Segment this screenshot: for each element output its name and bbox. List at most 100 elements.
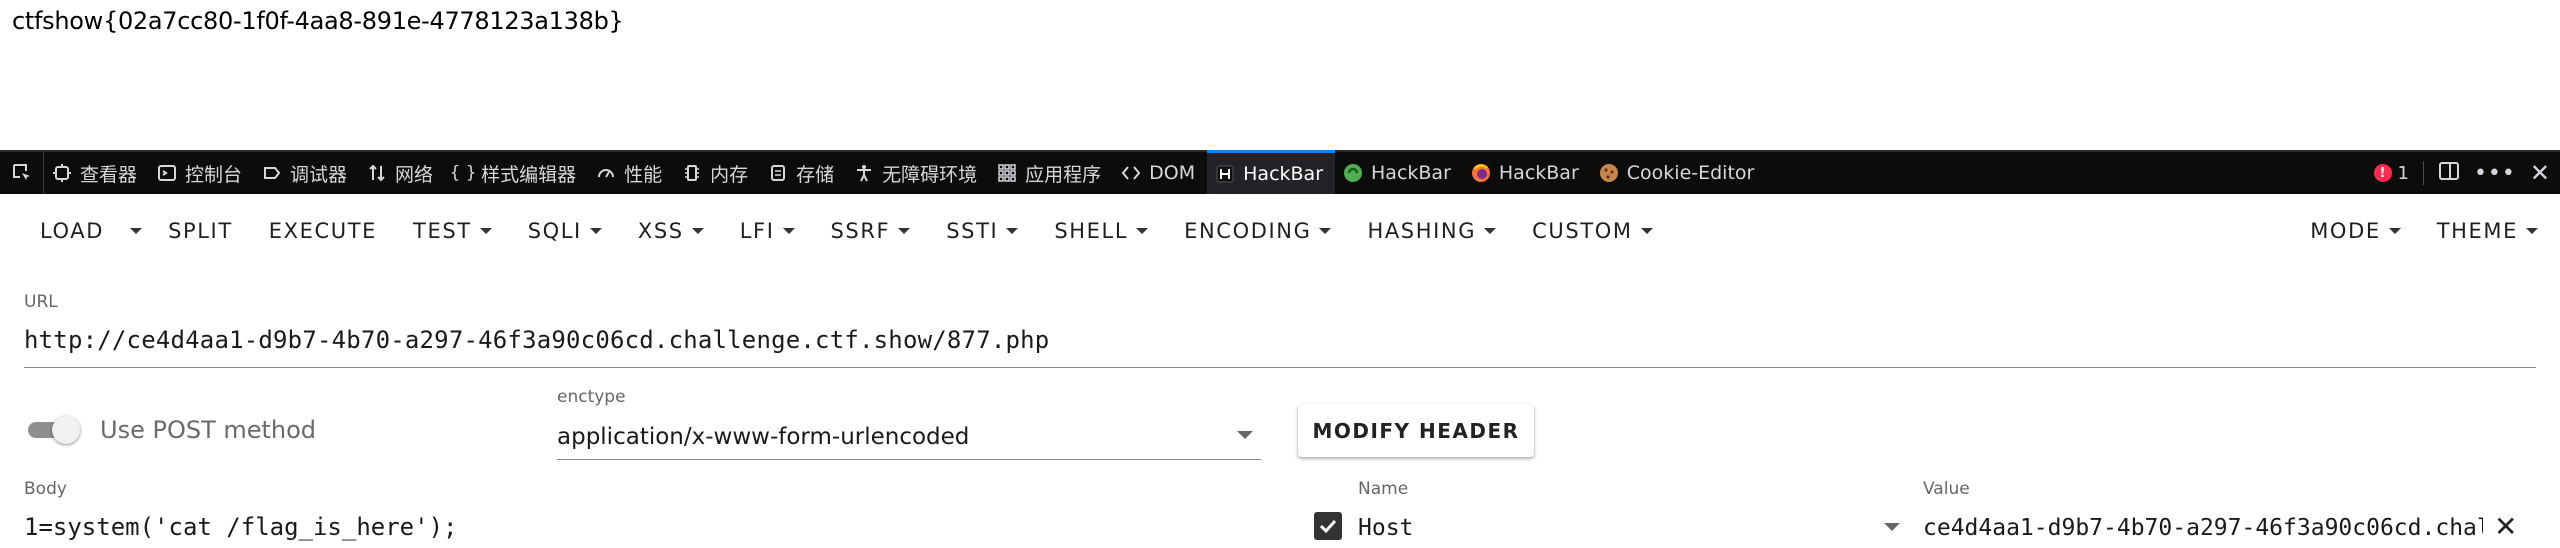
flag-text: ctfshow{02a7cc80-1f0f-4aa8-891e-4778123a… (12, 7, 624, 35)
encoding-label: ENCODING (1184, 219, 1312, 243)
devtools-tab-bar: 查看器 控制台 调试器 网络 { } 样式编辑器 性能 内存 存储 无障碍环境 … (0, 150, 2560, 194)
chevron-down-icon[interactable] (1884, 523, 1900, 531)
hashing-label: HASHING (1367, 219, 1477, 243)
dock-side-icon[interactable] (2438, 161, 2460, 186)
tab-inspector[interactable]: 查看器 (44, 152, 149, 194)
tab-hackbar-active[interactable]: HackBar (1207, 150, 1336, 194)
devtools-actions: ! 1 ••• ✕ (2373, 159, 2560, 187)
modify-header-button[interactable]: MODIFY HEADER (1298, 404, 1534, 457)
chevron-down-icon[interactable] (1237, 431, 1253, 439)
header-enabled-checkbox[interactable] (1314, 512, 1342, 540)
theme-label: THEME (2436, 219, 2518, 243)
sqli-menu[interactable]: SQLI (510, 201, 620, 261)
tab-network[interactable]: 网络 (359, 152, 445, 194)
application-icon (997, 163, 1017, 183)
chevron-down-icon (782, 228, 795, 234)
inspector-icon (52, 163, 72, 183)
tab-console[interactable]: 控制台 (149, 152, 254, 194)
split-button[interactable]: SPLIT (150, 201, 251, 261)
dom-icon (1121, 163, 1141, 183)
storage-icon (768, 163, 788, 183)
xss-menu[interactable]: XSS (620, 201, 722, 261)
load-dropdown-button[interactable] (122, 201, 150, 261)
cookie-icon (1599, 163, 1619, 183)
debugger-icon (262, 163, 282, 183)
error-count-badge[interactable]: ! 1 (2373, 162, 2409, 184)
tab-hackbar-firefox[interactable]: HackBar (1463, 152, 1591, 194)
tab-hackbar-label: HackBar (1243, 162, 1324, 185)
chevron-down-icon (589, 228, 602, 234)
tab-debugger-label: 调试器 (290, 163, 348, 186)
tab-hackbar-green[interactable]: HackBar (1335, 152, 1463, 194)
body-label: Body (24, 479, 67, 499)
console-icon (157, 163, 177, 183)
shell-menu[interactable]: SHELL (1036, 201, 1166, 261)
tab-hackbar-firefox-label: HackBar (1498, 162, 1579, 184)
tab-accessibility-label: 无障碍环境 (882, 163, 978, 186)
hackbar-icon (1215, 164, 1235, 184)
toolbar-divider (2422, 161, 2424, 185)
theme-menu[interactable]: THEME (2419, 201, 2560, 261)
tab-dom[interactable]: DOM (1113, 152, 1207, 194)
encoding-menu[interactable]: ENCODING (1166, 201, 1349, 261)
url-underline (24, 367, 2536, 368)
post-method-toggle[interactable] (28, 416, 80, 444)
element-picker-icon[interactable] (0, 152, 44, 194)
toggle-thumb (52, 416, 80, 444)
lfi-menu[interactable]: LFI (722, 201, 813, 261)
tab-cookie-editor-label: Cookie-Editor (1626, 162, 1755, 184)
network-icon (367, 163, 387, 183)
chevron-down-icon (479, 228, 492, 234)
chevron-down-icon (898, 228, 911, 234)
execute-label: EXECUTE (268, 219, 378, 243)
header-value-label: Value (1923, 479, 1970, 499)
tab-style-editor[interactable]: { } 样式编辑器 (445, 152, 588, 194)
more-options-icon[interactable]: ••• (2474, 161, 2516, 186)
ssti-label: SSTI (946, 219, 999, 243)
tab-memory-label: 内存 (710, 163, 749, 186)
custom-menu[interactable]: CUSTOM (1514, 201, 1670, 261)
url-input[interactable]: http://ce4d4aa1-d9b7-4b70-a297-46f3a90c0… (24, 326, 1049, 354)
tab-performance[interactable]: 性能 (588, 152, 674, 194)
chevron-down-icon (1319, 228, 1332, 234)
body-input[interactable]: 1=system('cat /flag_is_here'); (24, 513, 457, 541)
ssrf-menu[interactable]: SSRF (813, 201, 929, 261)
error-icon: ! (2373, 164, 2392, 182)
shell-label: SHELL (1054, 219, 1129, 243)
close-devtools-icon[interactable]: ✕ (2530, 159, 2550, 187)
split-label: SPLIT (168, 219, 233, 243)
remove-header-icon[interactable]: ✕ (2494, 510, 2517, 543)
chevron-down-icon (1640, 228, 1653, 234)
chevron-down-icon (2388, 228, 2401, 234)
custom-label: CUSTOM (1532, 219, 1633, 243)
tab-debugger[interactable]: 调试器 (254, 152, 359, 194)
execute-button[interactable]: EXECUTE (251, 201, 395, 261)
hackbar-firefox-icon (1471, 163, 1491, 183)
url-label: URL (24, 292, 58, 312)
enctype-select[interactable]: application/x-www-form-urlencoded (557, 424, 969, 450)
mode-menu[interactable]: MODE (2292, 201, 2419, 261)
hashing-menu[interactable]: HASHING (1349, 201, 1514, 261)
enctype-underline (557, 459, 1261, 460)
chevron-down-icon (130, 228, 143, 234)
tab-cookie-editor[interactable]: Cookie-Editor (1591, 152, 1767, 194)
tab-accessibility[interactable]: 无障碍环境 (846, 152, 989, 194)
header-value-input[interactable]: ce4d4aa1-d9b7-4b70-a297-46f3a90c06cd.cha… (1923, 515, 2483, 541)
ssrf-label: SSRF (830, 219, 891, 243)
tab-style-editor-label: 样式编辑器 (481, 163, 577, 186)
header-name-select[interactable]: Host (1358, 515, 1413, 541)
performance-icon (596, 163, 616, 183)
accessibility-icon (854, 163, 874, 183)
ssti-menu[interactable]: SSTI (928, 201, 1036, 261)
load-button[interactable]: LOAD (22, 201, 122, 261)
chevron-down-icon (1136, 228, 1149, 234)
test-label: TEST (413, 219, 472, 243)
hackbar-toolbar: LOAD SPLIT EXECUTE TEST SQLI XSS LFI SSR… (0, 194, 2560, 268)
test-menu[interactable]: TEST (395, 201, 510, 261)
tab-application[interactable]: 应用程序 (989, 152, 1113, 194)
memory-icon (682, 163, 702, 183)
tab-storage[interactable]: 存储 (760, 152, 846, 194)
tab-storage-label: 存储 (796, 163, 835, 186)
error-count: 1 (2397, 162, 2409, 184)
tab-memory[interactable]: 内存 (674, 152, 760, 194)
